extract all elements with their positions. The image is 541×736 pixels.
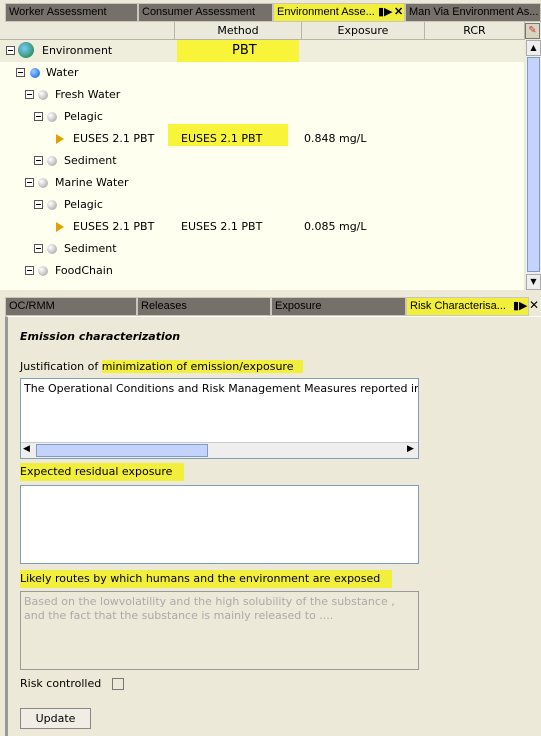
tab-worker-assessment[interactable]: Worker Assessment — [5, 3, 138, 22]
gray-ball-icon — [47, 244, 57, 254]
collapse-icon[interactable] — [6, 46, 15, 55]
collapse-icon[interactable] — [25, 266, 34, 275]
arrow-icon — [56, 222, 64, 232]
close-icon[interactable]: ✕ — [529, 298, 539, 312]
tree-label: FoodChain — [55, 264, 113, 277]
scroll-down-icon[interactable]: ▼ — [526, 274, 541, 290]
scroll-thumb[interactable] — [527, 57, 540, 272]
collapse-icon[interactable] — [16, 68, 25, 77]
tree-row-euses-marine[interactable]: EUSES 2.1 PBT EUSES 2.1 PBT 0.085 mg/L — [0, 216, 524, 238]
tree-vertical-scrollbar[interactable]: ▲ ▼ — [526, 40, 541, 290]
scroll-thumb[interactable] — [36, 444, 208, 457]
method-value: EUSES 2.1 PBT — [181, 132, 263, 145]
tab-releases[interactable]: Releases — [137, 297, 271, 316]
method-value: PBT — [232, 43, 257, 58]
gray-ball-icon — [38, 266, 48, 276]
exposure-column-header[interactable]: Exposure — [302, 22, 425, 40]
arrow-icon — [56, 134, 64, 144]
routes-placeholder: Based on the lowvolatility and the high … — [24, 595, 395, 622]
routes-textarea[interactable]: Based on the lowvolatility and the high … — [20, 591, 419, 670]
tab-label: Risk Characterisa... — [410, 300, 506, 312]
tab-oc-rmm[interactable]: OC/RMM — [5, 297, 137, 316]
exposure-value: 0.848 mg/L — [304, 132, 367, 145]
tree-row-marine-water[interactable]: Marine Water — [0, 172, 524, 194]
tab-environment-assessment[interactable]: Environment Asse... ▮▶ ✕ — [273, 3, 405, 22]
tab-man-via-environment[interactable]: Man Via Environment As... — [405, 3, 541, 22]
rcr-column-header[interactable]: RCR — [425, 22, 525, 40]
gray-ball-icon — [47, 156, 57, 166]
horizontal-scrollbar[interactable]: ◀ ▶ — [21, 442, 418, 458]
exposure-value: 0.085 mg/L — [304, 220, 367, 233]
scroll-left-icon[interactable]: ◀ — [23, 444, 30, 454]
justification-text: The Operational Conditions and Risk Mana… — [24, 382, 419, 395]
column-settings-icon[interactable]: ✎ — [525, 23, 540, 39]
tree-row-euses-fresh[interactable]: EUSES 2.1 PBT EUSES 2.1 PBT 0.848 mg/L — [0, 124, 524, 150]
routes-label: Likely routes by which humans and the en… — [20, 570, 393, 588]
label-prefix: Justification of — [20, 360, 102, 373]
tab-risk-characterisation[interactable]: Risk Characterisa... ▮▶ — [406, 297, 529, 316]
tree-label: Water — [46, 66, 79, 79]
float-icon[interactable]: ▮▶ — [378, 4, 393, 21]
section-title: Emission characterization — [20, 330, 181, 343]
scroll-right-icon[interactable]: ▶ — [407, 444, 414, 454]
tree-label: Marine Water — [55, 176, 129, 189]
collapse-icon[interactable] — [25, 90, 34, 99]
update-button[interactable]: Update — [20, 708, 91, 729]
assessment-tree: Environment PBT Water Fresh Water Pelagi… — [0, 40, 524, 290]
method-column-header[interactable]: Method — [175, 22, 302, 40]
collapse-icon[interactable] — [34, 200, 43, 209]
close-icon[interactable]: ✕ — [394, 4, 403, 21]
collapse-icon[interactable] — [25, 178, 34, 187]
tree-label: Sediment — [64, 242, 117, 255]
tree-row-pelagic[interactable]: Pelagic — [0, 194, 524, 216]
tree-label: Pelagic — [64, 110, 103, 123]
gray-ball-icon — [47, 112, 57, 122]
collapse-icon[interactable] — [34, 244, 43, 253]
tree-row-environment[interactable]: Environment PBT — [0, 40, 524, 62]
collapse-icon[interactable] — [34, 156, 43, 165]
scroll-up-icon[interactable]: ▲ — [526, 40, 541, 56]
label-highlight: minimization of emission/exposure — [101, 360, 304, 373]
risk-controlled-checkbox[interactable] — [112, 678, 124, 690]
method-value: EUSES 2.1 PBT — [181, 220, 263, 233]
justification-textarea[interactable]: The Operational Conditions and Risk Mana… — [20, 378, 419, 459]
tree-label: Environment — [42, 44, 113, 57]
tree-row-foodchain[interactable]: FoodChain — [0, 260, 524, 282]
collapse-icon[interactable] — [34, 112, 43, 121]
float-icon[interactable]: ▮▶ — [513, 298, 528, 315]
gray-ball-icon — [38, 90, 48, 100]
tab-consumer-assessment[interactable]: Consumer Assessment — [138, 3, 273, 22]
tree-row-sediment[interactable]: Sediment — [0, 238, 524, 260]
risk-controlled-label: Risk controlled — [20, 677, 102, 690]
tree-row-fresh-water[interactable]: Fresh Water — [0, 84, 524, 106]
residual-exposure-textarea[interactable] — [20, 485, 419, 564]
tree-row-water[interactable]: Water — [0, 62, 524, 84]
tab-label: Environment Asse... — [277, 6, 375, 18]
gray-ball-icon — [38, 178, 48, 188]
blue-ball-icon — [30, 68, 40, 78]
globe-icon — [18, 42, 34, 58]
tree-label: Sediment — [64, 154, 117, 167]
tree-column-header — [0, 22, 175, 40]
gray-ball-icon — [47, 200, 57, 210]
residual-exposure-label: Expected residual exposure — [20, 463, 185, 481]
tree-label: Pelagic — [64, 198, 103, 211]
tab-exposure[interactable]: Exposure — [271, 297, 406, 316]
tree-row-sediment[interactable]: Sediment — [0, 150, 524, 172]
justification-label: Justification of minimization of emissio… — [20, 359, 304, 375]
tree-label: EUSES 2.1 PBT — [73, 220, 155, 233]
tree-label: Fresh Water — [55, 88, 121, 101]
tree-label: EUSES 2.1 PBT — [73, 132, 155, 145]
